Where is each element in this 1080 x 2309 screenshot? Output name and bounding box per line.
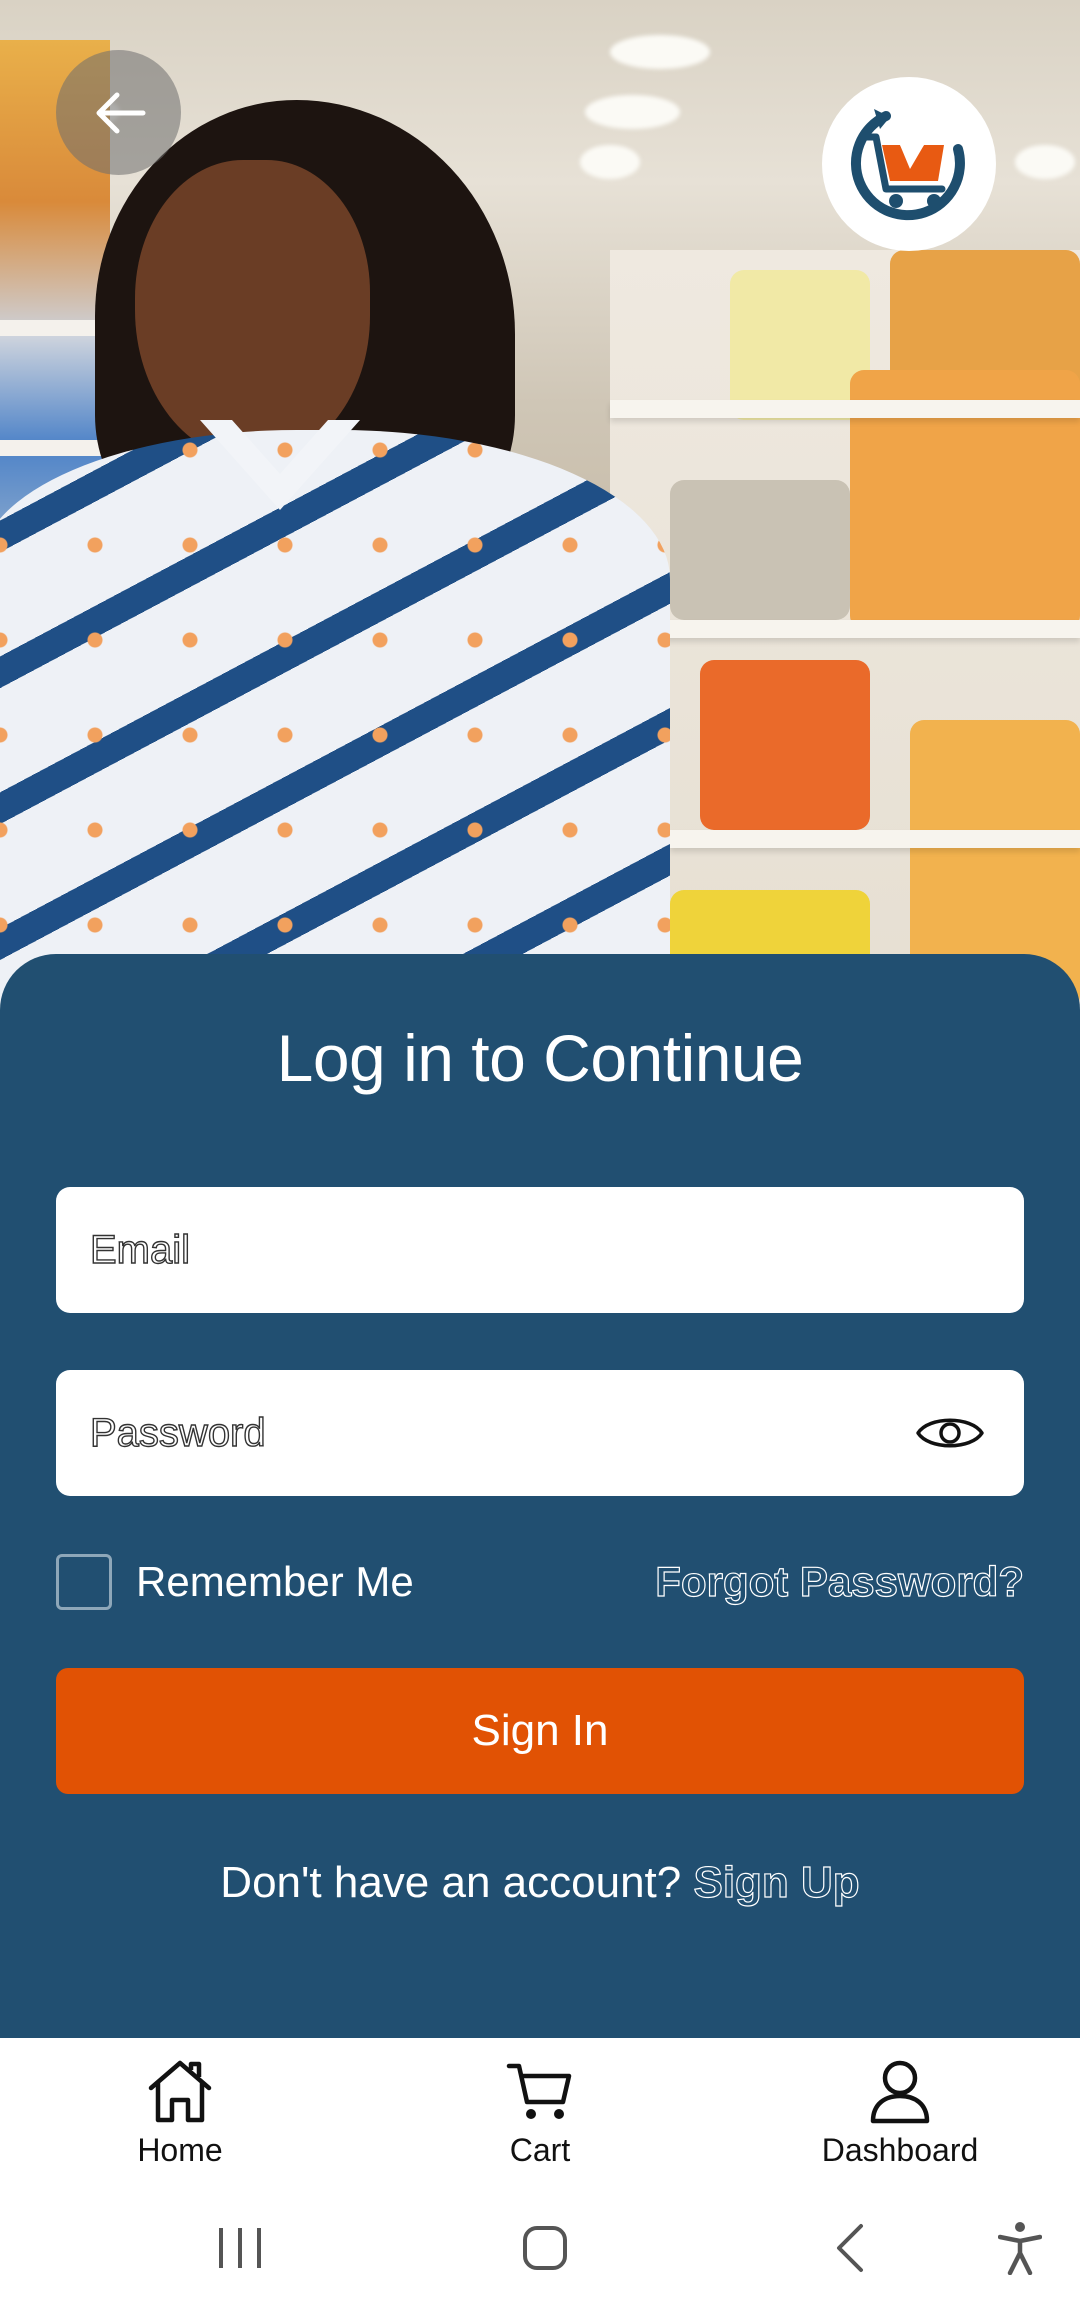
person-face xyxy=(135,160,370,460)
home-nav-button[interactable] xyxy=(515,2218,575,2278)
cart-icon xyxy=(506,2063,572,2119)
shelf-product xyxy=(700,660,870,830)
back-nav-button[interactable] xyxy=(820,2218,880,2278)
ceiling-light xyxy=(585,95,680,129)
email-field-container[interactable] xyxy=(56,1187,1024,1313)
person-shirt xyxy=(0,430,670,1010)
sign-up-link[interactable]: Sign Up xyxy=(693,1857,860,1907)
password-visibility-toggle[interactable] xyxy=(910,1393,990,1473)
sign-in-button[interactable]: Sign In xyxy=(56,1668,1024,1794)
ceiling-light xyxy=(1015,145,1075,179)
password-field[interactable] xyxy=(90,1370,910,1496)
ceiling-light xyxy=(610,35,710,69)
password-field-container[interactable] xyxy=(56,1370,1024,1496)
no-account-text: Don't have an account? xyxy=(220,1858,682,1907)
back-button[interactable] xyxy=(56,50,181,175)
tab-home[interactable]: Home xyxy=(0,2038,360,2188)
email-field[interactable] xyxy=(90,1187,990,1313)
tab-dashboard-label: Dashboard xyxy=(821,2132,979,2168)
signup-prompt: Don't have an account? Sign Up xyxy=(0,1857,1080,1908)
home-circle-icon xyxy=(523,2226,567,2270)
recents-icon xyxy=(219,2228,261,2268)
arrow-left-icon xyxy=(96,92,145,133)
remember-me-label[interactable]: Remember Me xyxy=(136,1558,414,1606)
recents-button[interactable] xyxy=(210,2218,270,2278)
accessibility-icon xyxy=(998,2222,1042,2275)
tab-dashboard[interactable]: Dashboard xyxy=(720,2038,1080,2188)
chevron-left-icon xyxy=(837,2224,863,2272)
shopping-cart-logo xyxy=(850,109,965,221)
shelf-bar xyxy=(640,620,1080,638)
remember-me-checkbox[interactable] xyxy=(56,1554,112,1610)
tab-cart[interactable]: Cart xyxy=(360,2038,720,2188)
shelf-bar xyxy=(610,400,1080,418)
user-icon xyxy=(870,2060,930,2124)
ceiling-light xyxy=(580,145,640,179)
forgot-password-link[interactable]: Forgot Password? xyxy=(655,1557,1025,1606)
bottom-tab-bar: Home Cart Dashboard xyxy=(0,2038,1080,2188)
tab-cart-label: Cart xyxy=(509,2132,571,2168)
eye-icon xyxy=(916,1418,984,1448)
app-logo xyxy=(822,77,996,251)
shelf-product xyxy=(730,270,870,420)
system-nav-bar xyxy=(0,2188,1080,2309)
tab-home-label: Home xyxy=(137,2132,223,2168)
page-title: Log in to Continue xyxy=(276,1021,804,1095)
shelf-product xyxy=(670,480,850,620)
home-icon xyxy=(148,2060,212,2123)
accessibility-button[interactable] xyxy=(990,2218,1050,2278)
shelf-bar xyxy=(670,830,1080,848)
